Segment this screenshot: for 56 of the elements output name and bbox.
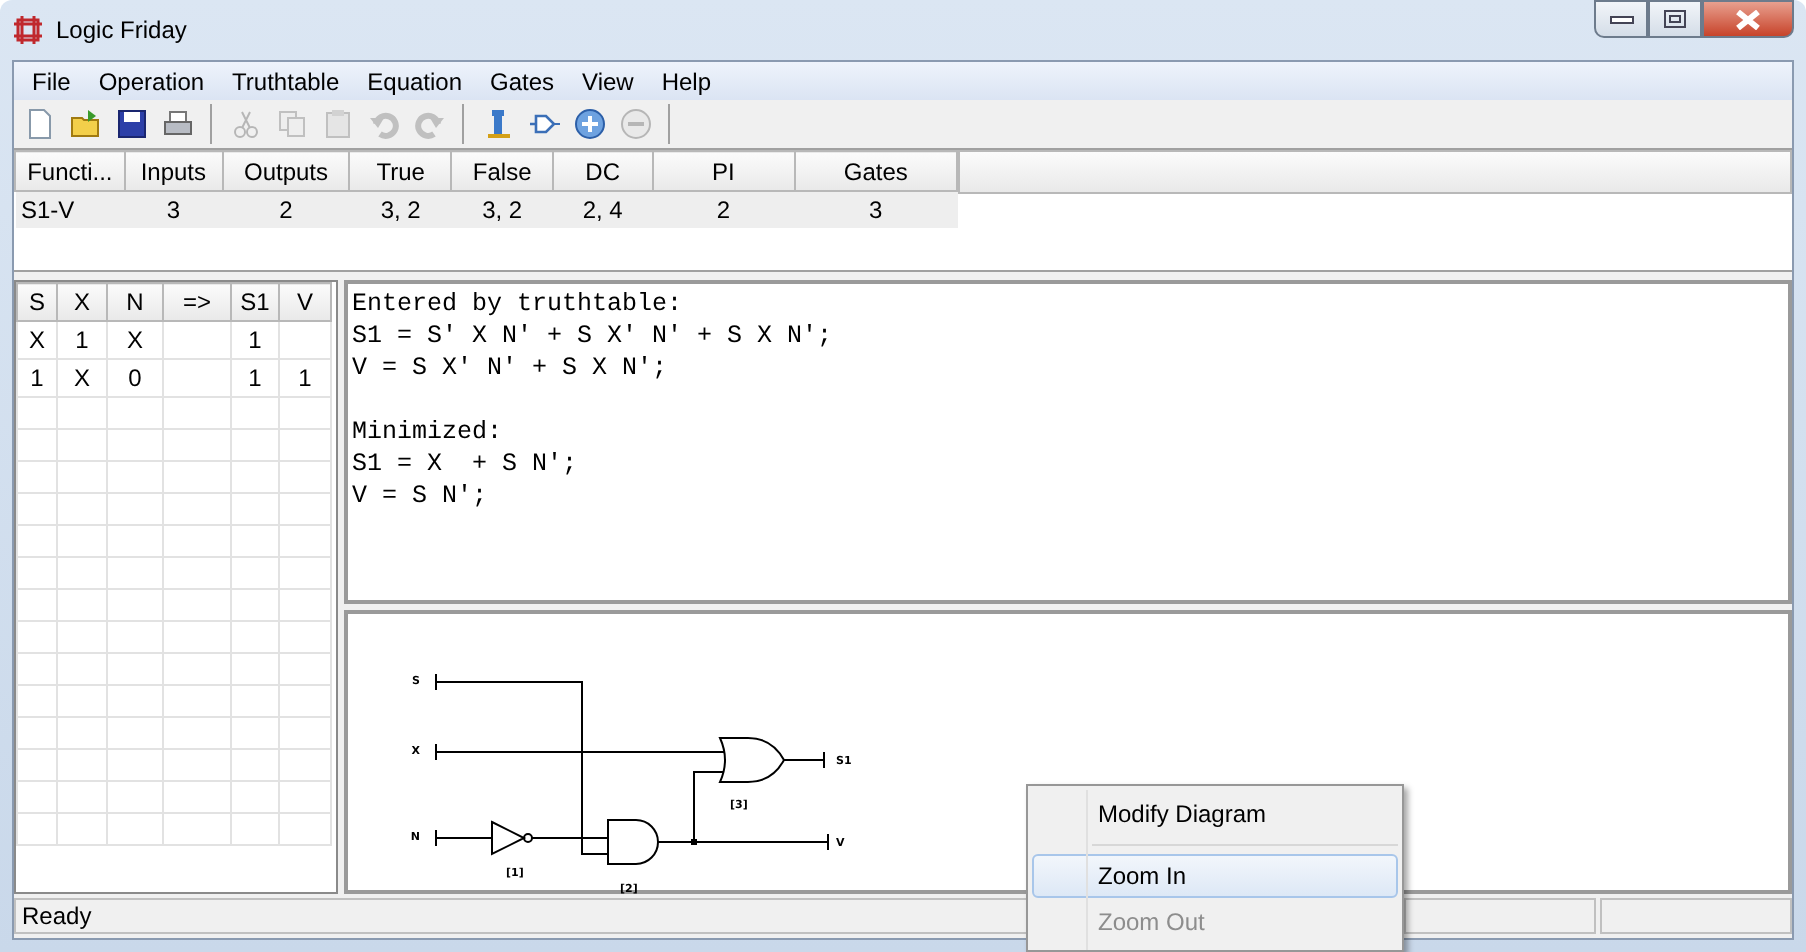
table-cell: 1 xyxy=(279,359,331,397)
column-header[interactable]: => xyxy=(163,283,231,321)
column-header[interactable]: X xyxy=(57,283,107,321)
window-title: Logic Friday xyxy=(56,14,187,48)
menu-item[interactable]: Gates xyxy=(476,63,569,99)
menu-item[interactable]: Modify Diagram xyxy=(1032,792,1398,836)
app-logo-icon xyxy=(12,14,44,46)
table-cell: 2, 4 xyxy=(552,191,653,228)
menu-item[interactable]: Zoom In xyxy=(1032,854,1398,898)
menu-item[interactable]: View xyxy=(568,63,648,99)
table-cell: 1 xyxy=(17,359,57,397)
menu-item[interactable]: Truthtable xyxy=(218,63,354,99)
column-header[interactable]: Inputs xyxy=(124,151,223,191)
table-cell: 3, 2 xyxy=(451,191,553,228)
column-header[interactable]: V xyxy=(279,283,331,321)
table-cell: 1 xyxy=(231,321,279,359)
table-cell: X xyxy=(17,321,57,359)
table-cell: 2 xyxy=(222,191,350,228)
equation-line: Entered by truthtable: xyxy=(352,288,685,320)
column-header[interactable]: True xyxy=(349,151,452,191)
table-cell: 3, 2 xyxy=(349,191,452,228)
equation-line: S1 = S' X N' + S X' N' + S X N'; xyxy=(352,320,835,352)
column-header[interactable]: False xyxy=(451,151,553,191)
menu-item[interactable]: Equation xyxy=(353,63,477,99)
table-cell: 0 xyxy=(107,359,163,397)
table-cell: 1 xyxy=(231,359,279,397)
table-cell: 2 xyxy=(652,191,795,228)
maximize-icon xyxy=(1664,10,1686,28)
table-cell: 3 xyxy=(794,191,957,228)
close-button[interactable] xyxy=(1702,0,1794,38)
maximize-button[interactable] xyxy=(1648,0,1702,38)
table-cell: X xyxy=(107,321,163,359)
equation-line: S1 = X + S N'; xyxy=(352,448,580,480)
minimize-button[interactable] xyxy=(1594,0,1648,38)
table-cell: X xyxy=(57,359,107,397)
menu-item[interactable]: Operation xyxy=(84,63,219,99)
column-header[interactable]: S xyxy=(17,283,57,321)
table-cell: S1-V xyxy=(15,191,125,228)
menu-item[interactable]: Help xyxy=(647,63,726,99)
equation-line: V = S X' N' + S X N'; xyxy=(352,352,670,384)
save-icon[interactable] xyxy=(112,105,150,143)
column-header[interactable]: PI xyxy=(652,151,795,191)
equation-line: V = S N'; xyxy=(352,480,490,512)
column-header[interactable]: DC xyxy=(552,151,653,191)
close-icon xyxy=(1734,9,1762,29)
equation-line: Minimized: xyxy=(352,416,505,448)
zoom-in-icon[interactable] xyxy=(570,105,608,143)
column-header[interactable]: S1 xyxy=(231,283,279,321)
column-header[interactable]: Functi... xyxy=(15,151,125,191)
column-header[interactable]: Outputs xyxy=(222,151,350,191)
table-cell: 1 xyxy=(57,321,107,359)
column-header[interactable]: N xyxy=(107,283,163,321)
column-header[interactable]: Gates xyxy=(794,151,957,191)
table-cell: 3 xyxy=(124,191,223,228)
minimize-icon xyxy=(1609,15,1633,23)
menu-item[interactable]: File xyxy=(18,63,85,99)
